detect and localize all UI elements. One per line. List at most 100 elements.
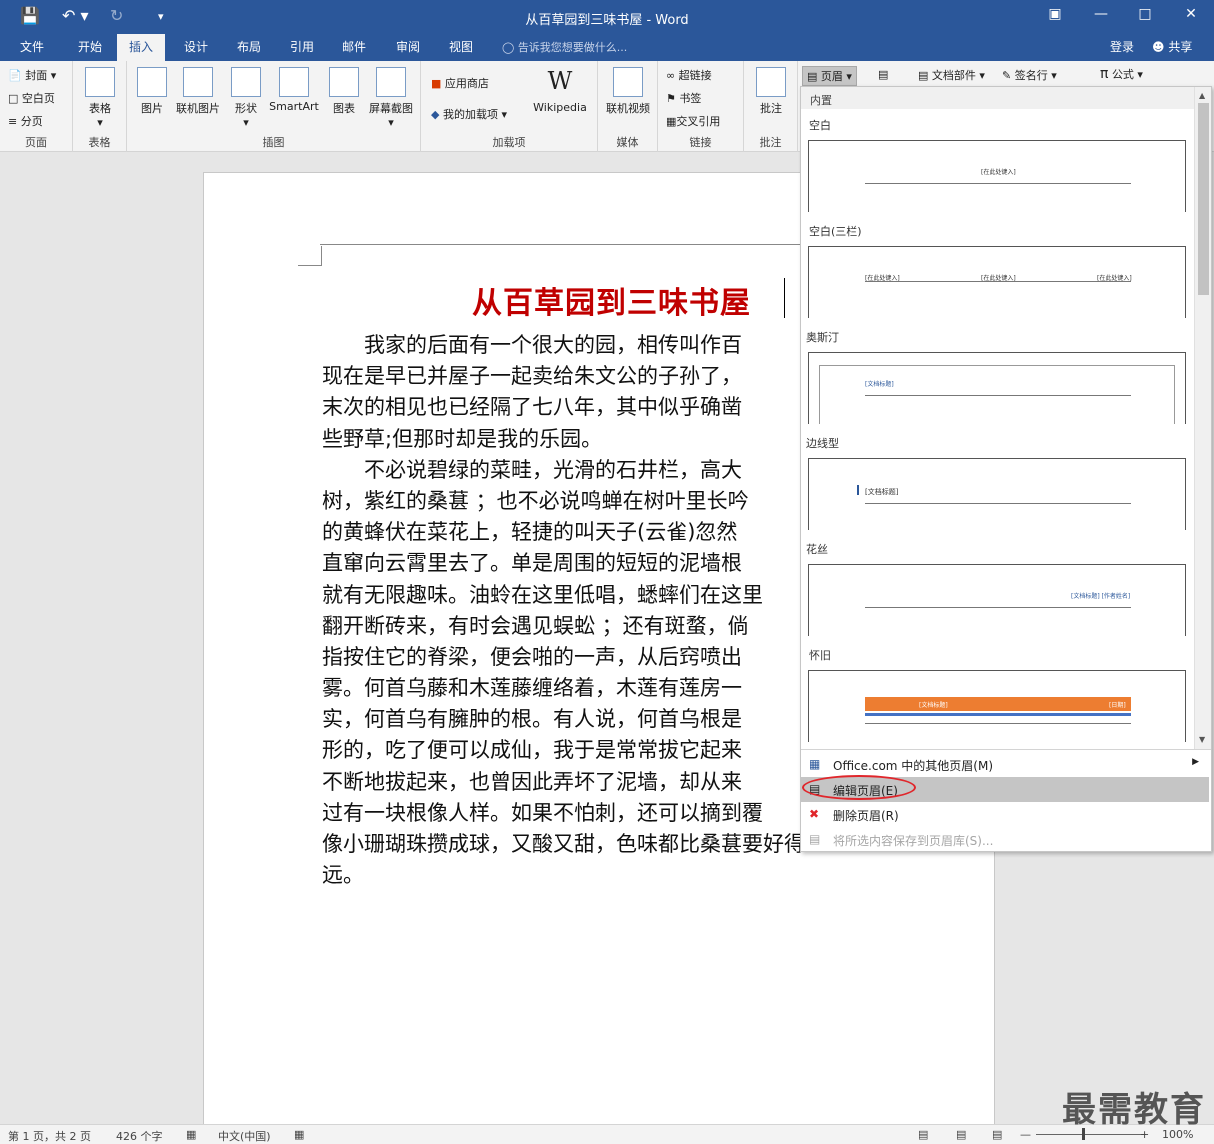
quickparts-icon: ▤ (918, 69, 929, 82)
gallery-item-name: 空白 (809, 119, 831, 132)
hyperlink-button[interactable]: ∞ 超链接 (666, 67, 712, 83)
video-icon (613, 67, 643, 97)
chart-icon (329, 67, 359, 97)
close-icon[interactable]: ✕ (1176, 6, 1206, 22)
header-button[interactable]: ▤ 页眉 ▾ (802, 66, 857, 86)
header-icon: ▤ (807, 70, 818, 83)
wikipedia-button[interactable]: W Wikipedia (529, 67, 591, 114)
group-label-links: 链接 (689, 136, 712, 149)
scroll-up-icon[interactable]: ▲ (1199, 91, 1205, 100)
link-icon: ∞ (666, 69, 676, 82)
page-break-button[interactable]: ≡ 分页 (8, 113, 43, 129)
document-body[interactable]: 我家的后面有一个很大的园，相传叫作百 现在是早已并屋子一起卖给朱文公的子孙了， 末次… (322, 330, 882, 891)
smartart-button[interactable]: SmartArt (267, 67, 321, 113)
body-line: 树，紫红的桑葚 ；也不必说鸣蝉在树叶里长吟 (322, 488, 749, 513)
share-button[interactable]: ☻ 共享 (1152, 38, 1192, 55)
bookmark-button[interactable]: ⚑ 书签 (666, 90, 701, 106)
tell-me-box[interactable]: ◯ 告诉我您想要做什么... (502, 39, 627, 55)
proofing-icon[interactable]: ▦ (186, 1128, 196, 1141)
cover-page-button[interactable]: 📄 封面 ▾ (8, 67, 56, 83)
blank-page-button[interactable]: □ 空白页 (8, 90, 55, 106)
maximize-icon[interactable]: □ (1130, 6, 1160, 22)
online-video-button[interactable]: 联机视频 (602, 67, 654, 116)
equation-button[interactable]: π 公式 ▾ (1100, 66, 1143, 82)
group-media: 联机视频 媒体 (598, 61, 658, 152)
comment-button[interactable]: 批注 (754, 67, 788, 116)
store-icon: ■ (431, 77, 442, 90)
tab-view[interactable]: 视图 (447, 38, 475, 55)
shapes-button[interactable]: 形状 ▾ (227, 67, 265, 129)
online-picture-button[interactable]: 联机图片 (173, 67, 223, 116)
table-button[interactable]: 表格 ▾ (83, 67, 117, 129)
tab-home[interactable]: 开始 (76, 38, 104, 55)
language[interactable]: 中文(中国) (218, 1128, 271, 1144)
wikipedia-icon: W (547, 67, 573, 95)
quickparts-button[interactable]: ▤ 文档部件 ▾ (918, 67, 985, 83)
page-count[interactable]: 第 1 页，共 2 页 (8, 1128, 91, 1144)
bookmark-icon: ⚑ (666, 92, 676, 105)
thumb-accent (857, 485, 859, 495)
highlight-oval (802, 775, 916, 800)
group-label-pages: 页面 (25, 136, 47, 149)
header-thumb-sideline[interactable]: [文档标题] (808, 458, 1186, 530)
read-mode-icon[interactable]: ▤ (918, 1128, 928, 1141)
save-selection-icon: ▤ (809, 832, 821, 846)
screenshot-icon (376, 67, 406, 97)
tab-mailings[interactable]: 邮件 (340, 38, 368, 55)
header-thumb-three-column[interactable]: [在此处键入] [在此处键入] [在此处键入] (808, 246, 1186, 318)
textbox-icon[interactable]: ▤ (878, 68, 888, 81)
body-line: 不断地拔起来，也曾因此弄坏了泥墙，却从来 (322, 769, 742, 794)
minimize-icon[interactable]: — (1086, 6, 1116, 22)
tab-design[interactable]: 设计 (182, 38, 210, 55)
menu-item-remove-header[interactable]: ✖ 删除页眉(R) (801, 802, 1209, 827)
header-thumb-blank[interactable]: [在此处键入] (808, 140, 1186, 212)
store-button[interactable]: ■ 应用商店 (431, 75, 489, 91)
group-addins: ■ 应用商店 ◆ 我的加载项 ▾ W Wikipedia 加载项 (421, 61, 598, 152)
gallery-item-name: 空白(三栏) (809, 225, 862, 238)
ribbon-display-icon[interactable]: ▣ (1040, 6, 1070, 22)
header-thumb-retrospect[interactable]: [文档标题] [日期] (808, 670, 1186, 742)
tab-insert[interactable]: 插入 (117, 34, 166, 61)
delete-header-icon: ✖ (809, 807, 820, 821)
crossref-button[interactable]: ▦交叉引用 (666, 113, 720, 129)
scroll-thumb[interactable] (1198, 103, 1209, 295)
screenshot-button[interactable]: 屏幕截图 ▾ (365, 67, 417, 129)
group-links: ∞ 超链接 ⚑ 书签 ▦交叉引用 链接 (658, 61, 744, 152)
thumb-line (865, 503, 1131, 504)
picture-button[interactable]: 图片 (135, 67, 169, 116)
watermark-logo: 最需教育 (1062, 1090, 1206, 1130)
gallery-scrollbar[interactable]: ▲ ▼ (1194, 87, 1211, 749)
header-separator (320, 244, 800, 245)
menu-item-more-headers[interactable]: ▦ Office.com 中的其他页眉(M) ▶ (801, 752, 1209, 777)
zoom-slider[interactable] (1036, 1134, 1146, 1135)
share-label: 共享 (1168, 40, 1193, 54)
body-line: 过有一块根像人样。如果不怕刺，还可以摘到覆 (322, 800, 763, 825)
signin-link[interactable]: 登录 (1110, 38, 1134, 55)
print-layout-icon[interactable]: ▤ (956, 1128, 966, 1141)
web-layout-icon[interactable]: ▤ (992, 1128, 1002, 1141)
tab-review[interactable]: 审阅 (394, 38, 422, 55)
signature-line-button[interactable]: ✎ 签名行 ▾ (1002, 67, 1057, 83)
body-line: 翻开断砖来，有时会遇见蜈蚣 ；还有斑蝥，倘 (322, 613, 749, 638)
thumb-line (865, 395, 1131, 396)
header-thumb-austin[interactable]: [文档标题] (808, 352, 1186, 424)
body-line: 我家的后面有一个很大的园，相传叫作百 (322, 333, 742, 357)
tab-file[interactable]: 文件 (18, 38, 46, 55)
window-title: 从百草园到三味书屋 - Word (525, 13, 689, 28)
word-count[interactable]: 426 个字 (116, 1128, 163, 1144)
placeholder-text: [文档标题] [作者姓名] (1071, 593, 1131, 600)
scroll-down-icon[interactable]: ▼ (1199, 735, 1205, 744)
group-comments: 批注 批注 (744, 61, 798, 152)
header-gallery: 内置 空白 [在此处键入] 空白(三栏) [在此处键入] [在此处键入] [在此… (800, 86, 1212, 852)
macro-icon[interactable]: ▦ (294, 1128, 304, 1141)
tell-me-text: 告诉我您想要做什么... (517, 41, 628, 54)
tab-references[interactable]: 引用 (288, 38, 316, 55)
my-addins-button[interactable]: ◆ 我的加载项 ▾ (431, 106, 507, 122)
thumb-line (865, 723, 1131, 724)
group-label-comments: 批注 (759, 136, 782, 149)
tab-layout[interactable]: 布局 (235, 38, 263, 55)
header-thumb-filigree[interactable]: [文档标题] [作者姓名] (808, 564, 1186, 636)
chart-button[interactable]: 图表 (327, 67, 361, 116)
addins-icon: ◆ (431, 108, 440, 121)
zoom-out-icon[interactable]: — (1020, 1128, 1031, 1141)
